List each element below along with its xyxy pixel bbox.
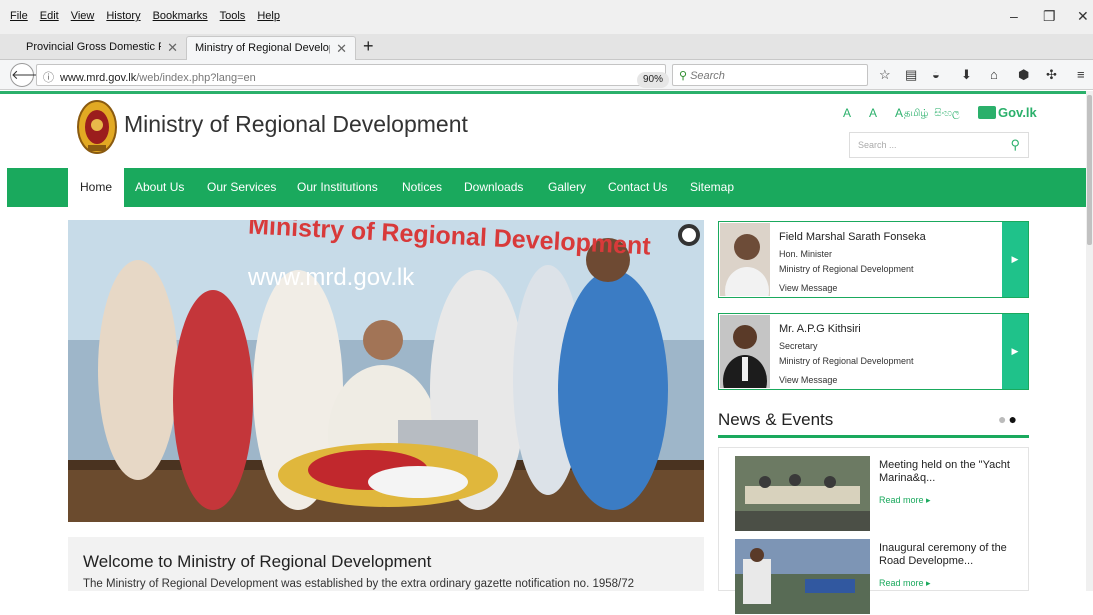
menu-tools[interactable]: Tools [220,10,246,22]
home-icon[interactable]: ⌂ [990,67,998,82]
close-window-button[interactable]: ✕ [1077,8,1089,25]
secretary-view-message-link[interactable]: View Message [779,375,837,385]
news-thumbnail[interactable] [735,456,870,531]
chevron-right-icon[interactable]: ▶ [1002,222,1028,297]
menu-file[interactable]: File [10,10,28,22]
secretary-dept: Ministry of Regional Development [779,356,914,366]
tab-ministry[interactable]: Ministry of Regional Developme ✕ [186,36,356,60]
search-engine-icon: ⚲ [679,70,688,82]
gov-lk-logo[interactable]: Gov.lk [978,105,1037,120]
nav-our-institutions[interactable]: Our Institutions [297,168,378,207]
restore-button[interactable]: ❐ [1043,8,1056,25]
menu-list: File Edit View History Bookmarks Tools H… [10,10,280,22]
nav-downloads[interactable]: Downloads [464,168,523,207]
hero-banner-url: www.mrd.gov.lk [248,264,415,291]
main-navigation: Home About Us Our Services Our Instituti… [7,168,1091,207]
news-heading: News & Events [718,410,834,429]
welcome-title: Welcome to Ministry of Regional Developm… [83,552,432,571]
tab-close-icon[interactable]: ✕ [336,41,347,57]
hamburger-menu-icon[interactable]: ≡ [1077,67,1085,82]
url-host: www.mrd.gov.lk [60,72,137,84]
extension-icon[interactable]: ⬢ [1018,67,1029,83]
secretary-role: Secretary [779,341,818,351]
hero-slider[interactable]: Ministry of Regional Development www.mrd… [68,220,704,522]
news-item[interactable]: Meeting held on the "Yacht Marina&q... R… [735,456,1025,532]
nav-contact-us[interactable]: Contact Us [608,168,667,207]
gov-lk-mark-icon [978,106,996,119]
tab-close-icon[interactable]: ✕ [167,40,178,56]
minister-photo [720,223,770,296]
welcome-text: The Ministry of Regional Development was… [83,578,635,590]
gov-lk-text: Gov.lk [998,105,1037,120]
secretary-photo [720,315,770,388]
language-sinhala[interactable]: සිංහල [934,108,959,119]
menu-bookmarks[interactable]: Bookmarks [153,10,208,22]
browser-navbar: 🡐 ⓘ www.mrd.gov.lk/web/index.php?lang=en … [0,60,1093,90]
slider-pause-icon[interactable] [678,224,700,246]
read-more-link[interactable]: Read more ▸ [879,578,931,589]
new-tab-button[interactable]: + [363,36,374,57]
language-tamil[interactable]: தமிழ் [904,108,928,119]
nav-gallery[interactable]: Gallery [548,168,586,207]
news-item[interactable]: Inaugural ceremony of the Road Developme… [735,539,1025,615]
chevron-right-icon[interactable]: ▶ [1002,314,1028,389]
news-pager[interactable]: ●● [998,411,1019,427]
menu-view[interactable]: View [71,10,95,22]
browser-search-placeholder: Search [690,70,725,82]
site-header: Ministry of Regional Development A A A த… [0,91,1093,168]
news-list: Meeting held on the "Yacht Marina&q... R… [718,447,1029,614]
search-icon[interactable]: ⚲ [1010,137,1020,153]
pocket-icon[interactable]: ◒ [932,67,940,82]
scrollbar-thumb[interactable] [1087,95,1092,245]
zoom-badge[interactable]: 90% [637,72,669,88]
back-arrow-icon[interactable]: 🡐 [10,63,46,87]
news-title[interactable]: Meeting held on the "Yacht Marina&q... [879,459,1019,485]
nav-notices[interactable]: Notices [402,168,442,207]
nav-sitemap[interactable]: Sitemap [690,168,734,207]
minister-view-message-link[interactable]: View Message [779,283,837,293]
tab-provincial-gdp[interactable]: Provincial Gross Domestic Produ ✕ [18,36,186,60]
menu-help[interactable]: Help [257,10,280,22]
menu-edit[interactable]: Edit [40,10,59,22]
read-more-link[interactable]: Read more ▸ [879,495,931,506]
nav-about-us[interactable]: About Us [135,168,184,207]
news-title[interactable]: Inaugural ceremony of the Road Developme… [879,542,1019,568]
menu-history[interactable]: History [106,10,140,22]
puzzle-icon[interactable]: ✣ [1046,67,1057,83]
news-thumbnail[interactable] [735,539,870,614]
tab-strip: Provincial Gross Domestic Produ ✕ Minist… [0,34,1093,60]
site-search-input[interactable]: Search ... ⚲ [849,132,1029,158]
secretary-card[interactable]: Mr. A.P.G Kithsiri Secretary Ministry of… [718,313,1029,390]
pager-dot-icon[interactable]: ● [998,411,1008,427]
news-divider [718,435,1029,438]
url-bar[interactable]: ⓘ www.mrd.gov.lk/web/index.php?lang=en 90… [36,64,692,88]
language-switcher: தமிழ் සිංහල [904,108,966,120]
site-title[interactable]: Ministry of Regional Development [124,111,468,138]
tab-label: Ministry of Regional Developme [195,42,330,54]
minister-name: Field Marshal Sarath Fonseka [779,231,926,243]
minimize-button[interactable]: – [1010,8,1018,24]
sri-lanka-emblem-icon[interactable] [76,98,118,156]
pager-dot-active-icon[interactable]: ● [1008,411,1018,427]
minister-card[interactable]: Field Marshal Sarath Fonseka Hon. Minist… [718,221,1029,298]
minister-dept: Ministry of Regional Development [779,264,914,274]
tab-label: Provincial Gross Domestic Produ [26,41,161,53]
reading-list-icon[interactable]: ▤ [905,67,917,83]
secretary-name: Mr. A.P.G Kithsiri [779,323,861,335]
info-icon[interactable]: ⓘ [43,72,54,84]
star-icon[interactable]: ☆ [879,67,891,83]
url-path: /web/index.php?lang=en [136,72,256,84]
browser-search-input[interactable]: ⚲ Search [672,64,868,86]
welcome-section: Welcome to Ministry of Regional Developm… [68,537,704,591]
font-size-controls[interactable]: A A A [843,106,911,120]
minister-role: Hon. Minister [779,249,833,259]
nav-our-services[interactable]: Our Services [207,168,276,207]
site-search-placeholder: Search ... [858,140,897,150]
nav-home[interactable]: Home [68,168,125,207]
browser-menubar: File Edit View History Bookmarks Tools H… [0,0,1093,34]
download-icon[interactable]: ⬇ [961,67,972,83]
